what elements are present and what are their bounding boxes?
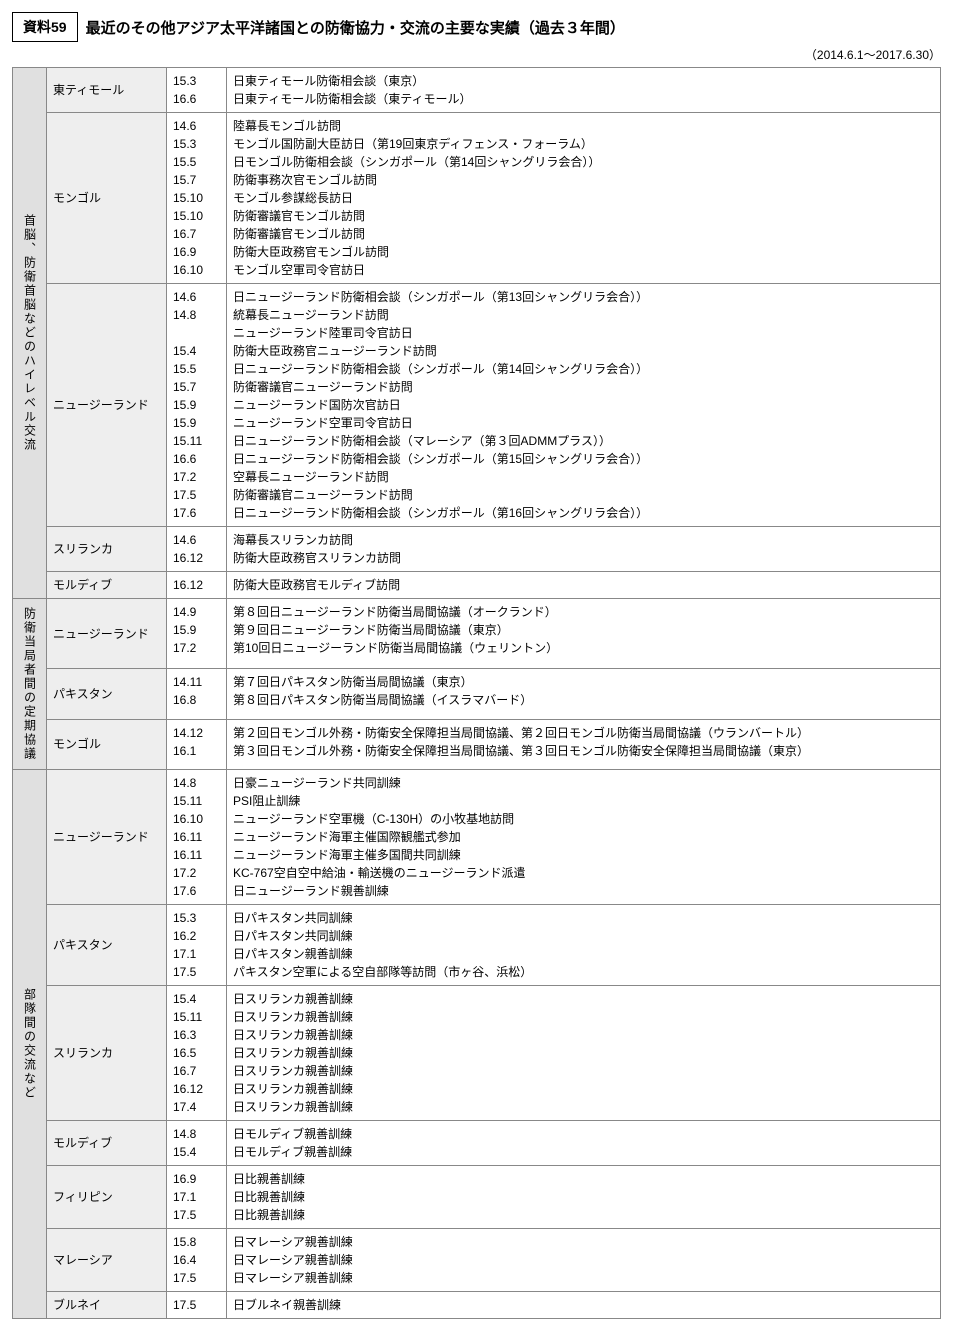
data-table: 首脳、防衛首脳などのハイレベル交流東ティモール15.3 16.6日東ティモール防… <box>12 67 941 1319</box>
desc-cell: 陸幕長モンゴル訪問 モンゴル国防副大臣訪日（第19回東京ディフェンス・フォーラム… <box>227 113 941 284</box>
table-row: 首脳、防衛首脳などのハイレベル交流東ティモール15.3 16.6日東ティモール防… <box>13 68 941 113</box>
desc-cell: 日パキスタン共同訓練 日パキスタン共同訓練 日パキスタン親善訓練 パキスタン空軍… <box>227 905 941 986</box>
desc-cell: 日比親善訓練 日比親善訓練 日比親善訓練 <box>227 1166 941 1229</box>
table-row: スリランカ15.4 15.11 16.3 16.5 16.7 16.12 17.… <box>13 986 941 1121</box>
date-cell: 14.8 15.11 16.10 16.11 16.11 17.2 17.6 <box>167 770 227 905</box>
desc-cell: 日豪ニュージーランド共同訓練 PSI阻止訓練 ニュージーランド空軍機（C-130… <box>227 770 941 905</box>
desc-cell: 第２回日モンゴル外務・防衛安全保障担当局間協議、第２回日モンゴル防衛当局間協議（… <box>227 719 941 769</box>
desc-cell: 第８回日ニュージーランド防衛当局間協議（オークランド） 第９回日ニュージーランド… <box>227 599 941 669</box>
date-cell: 15.8 16.4 17.5 <box>167 1229 227 1292</box>
table-row: フィリピン16.9 17.1 17.5日比親善訓練 日比親善訓練 日比親善訓練 <box>13 1166 941 1229</box>
table-row: モンゴル14.6 15.3 15.5 15.7 15.10 15.10 16.7… <box>13 113 941 284</box>
country-cell: パキスタン <box>47 669 167 719</box>
table-row: モンゴル14.12 16.1第２回日モンゴル外務・防衛安全保障担当局間協議、第２… <box>13 719 941 769</box>
desc-cell: 日スリランカ親善訓練 日スリランカ親善訓練 日スリランカ親善訓練 日スリランカ親… <box>227 986 941 1121</box>
desc-cell: 防衛大臣政務官モルディブ訪問 <box>227 572 941 599</box>
desc-cell: 第７回日パキスタン防衛当局間協議（東京） 第８回日パキスタン防衛当局間協議（イス… <box>227 669 941 719</box>
country-cell: フィリピン <box>47 1166 167 1229</box>
header-row: 資料59 最近のその他アジア太平洋諸国との防衛協力・交流の主要な実績（過去３年間… <box>12 12 941 42</box>
country-cell: ニュージーランド <box>47 284 167 527</box>
date-cell: 14.9 15.9 17.2 <box>167 599 227 669</box>
date-cell: 16.9 17.1 17.5 <box>167 1166 227 1229</box>
country-cell: パキスタン <box>47 905 167 986</box>
category-cell: 部隊間の交流など <box>13 770 47 1319</box>
table-row: パキスタン14.11 16.8第７回日パキスタン防衛当局間協議（東京） 第８回日… <box>13 669 941 719</box>
country-cell: スリランカ <box>47 527 167 572</box>
date-cell: 14.11 16.8 <box>167 669 227 719</box>
country-cell: マレーシア <box>47 1229 167 1292</box>
doc-tag: 資料59 <box>12 12 78 42</box>
country-cell: ニュージーランド <box>47 770 167 905</box>
country-cell: スリランカ <box>47 986 167 1121</box>
date-cell: 14.6 16.12 <box>167 527 227 572</box>
table-row: モルディブ16.12防衛大臣政務官モルディブ訪問 <box>13 572 941 599</box>
country-cell: モンゴル <box>47 719 167 769</box>
country-cell: 東ティモール <box>47 68 167 113</box>
category-cell: 防衛当局者間の定期協議 <box>13 599 47 770</box>
date-cell: 15.3 16.6 <box>167 68 227 113</box>
table-row: パキスタン15.3 16.2 17.1 17.5日パキスタン共同訓練 日パキスタ… <box>13 905 941 986</box>
date-cell: 15.4 15.11 16.3 16.5 16.7 16.12 17.4 <box>167 986 227 1121</box>
table-row: マレーシア15.8 16.4 17.5日マレーシア親善訓練 日マレーシア親善訓練… <box>13 1229 941 1292</box>
table-row: モルディブ14.8 15.4日モルディブ親善訓練 日モルディブ親善訓練 <box>13 1121 941 1166</box>
country-cell: モルディブ <box>47 1121 167 1166</box>
table-row: 防衛当局者間の定期協議ニュージーランド14.9 15.9 17.2第８回日ニュー… <box>13 599 941 669</box>
desc-cell: 海幕長スリランカ訪問 防衛大臣政務官スリランカ訪問 <box>227 527 941 572</box>
desc-cell: 日ニュージーランド防衛相会談（シンガポール（第13回シャングリラ会合）） 統幕長… <box>227 284 941 527</box>
table-row: スリランカ14.6 16.12海幕長スリランカ訪問 防衛大臣政務官スリランカ訪問 <box>13 527 941 572</box>
country-cell: モンゴル <box>47 113 167 284</box>
desc-cell: 日モルディブ親善訓練 日モルディブ親善訓練 <box>227 1121 941 1166</box>
country-cell: ニュージーランド <box>47 599 167 669</box>
desc-cell: 日マレーシア親善訓練 日マレーシア親善訓練 日マレーシア親善訓練 <box>227 1229 941 1292</box>
category-cell: 首脳、防衛首脳などのハイレベル交流 <box>13 68 47 599</box>
date-cell: 17.5 <box>167 1292 227 1319</box>
country-cell: ブルネイ <box>47 1292 167 1319</box>
desc-cell: 日東ティモール防衛相会談（東京） 日東ティモール防衛相会談（東ティモール） <box>227 68 941 113</box>
date-cell: 14.12 16.1 <box>167 719 227 769</box>
date-range: （2014.6.1～2017.6.30） <box>12 46 941 63</box>
table-row: ニュージーランド14.6 14.8 15.4 15.5 15.7 15.9 15… <box>13 284 941 527</box>
country-cell: モルディブ <box>47 572 167 599</box>
date-cell: 14.8 15.4 <box>167 1121 227 1166</box>
table-row: 部隊間の交流などニュージーランド14.8 15.11 16.10 16.11 1… <box>13 770 941 905</box>
table-row: ブルネイ17.5日ブルネイ親善訓練 <box>13 1292 941 1319</box>
date-cell: 14.6 15.3 15.5 15.7 15.10 15.10 16.7 16.… <box>167 113 227 284</box>
doc-title: 最近のその他アジア太平洋諸国との防衛協力・交流の主要な実績（過去３年間） <box>86 17 625 38</box>
date-cell: 14.6 14.8 15.4 15.5 15.7 15.9 15.9 15.11… <box>167 284 227 527</box>
date-cell: 15.3 16.2 17.1 17.5 <box>167 905 227 986</box>
desc-cell: 日ブルネイ親善訓練 <box>227 1292 941 1319</box>
date-cell: 16.12 <box>167 572 227 599</box>
